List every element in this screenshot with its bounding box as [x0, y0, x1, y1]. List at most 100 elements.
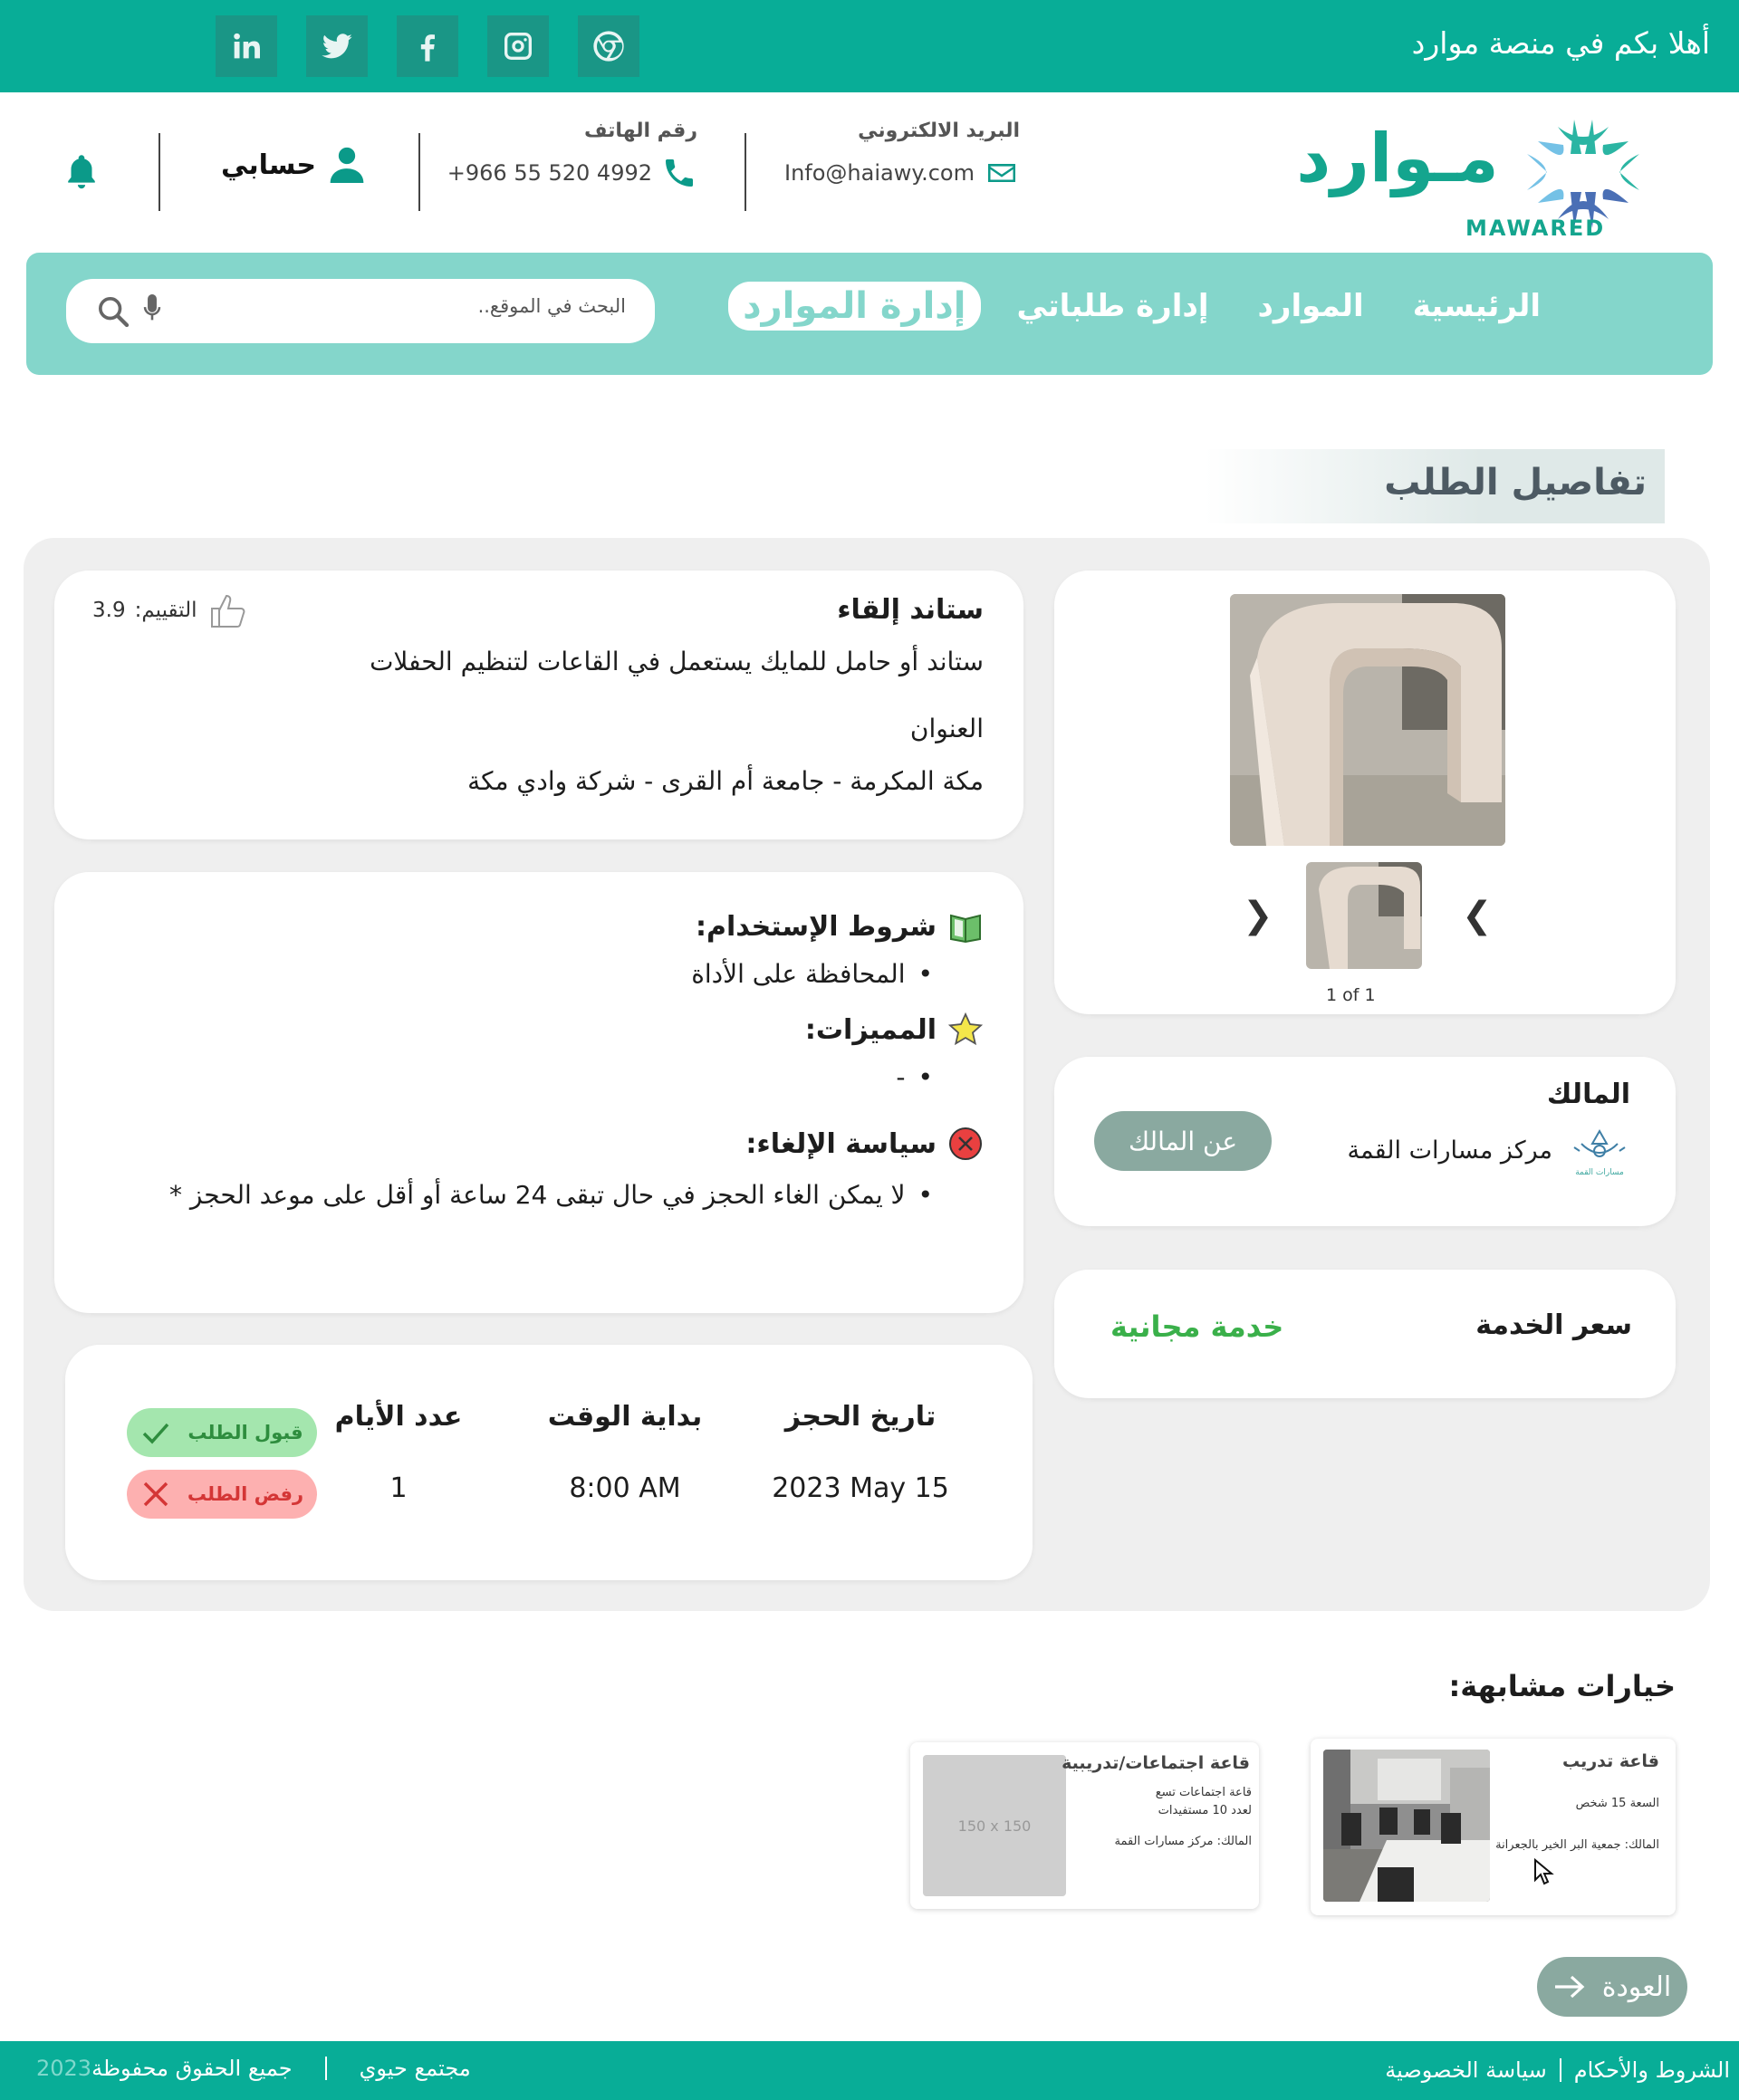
- placeholder-size-text: 150 x 150: [957, 1817, 1032, 1835]
- nav-item-home[interactable]: الرئيسية: [1400, 283, 1553, 330]
- accept-request-button[interactable]: قبول الطلب: [127, 1408, 317, 1457]
- divider: [418, 133, 420, 211]
- close-icon: [143, 1482, 168, 1507]
- back-label: العودة: [1601, 1971, 1672, 2003]
- booking-days-label: عدد الأيام: [334, 1401, 463, 1433]
- divider: [159, 133, 160, 211]
- microphone-icon[interactable]: [137, 292, 168, 328]
- usage-term-item: المحافظة على الأداة: [691, 959, 933, 989]
- search-box: [66, 279, 655, 343]
- email-label: البريد الالكتروني: [858, 120, 1020, 142]
- rating-label: التقييم:: [134, 599, 197, 622]
- twitter-icon[interactable]: [306, 15, 368, 77]
- arrow-right-icon: [1554, 1975, 1585, 1999]
- divider: [745, 133, 746, 211]
- nav-item-resources[interactable]: الموارد: [1244, 283, 1376, 330]
- similar-card-desc: قاعة اجتماعات تسع: [1155, 1786, 1252, 1799]
- brand-name-en: MAWARED: [1465, 216, 1605, 241]
- similar-card-desc: لعدد 10 مستفيدات: [1158, 1804, 1252, 1817]
- price-value: خدمة مجانية: [1110, 1309, 1284, 1344]
- reject-request-button[interactable]: رفض الطلب: [127, 1470, 317, 1519]
- brand-name-ar: مـوارد: [1296, 120, 1498, 198]
- similar-option-card[interactable]: 150 x 150 قاعة اجتماعات/تدريبية قاعة اجت…: [910, 1742, 1259, 1909]
- copyright: جميع الحقوق محفوظة2023: [36, 2056, 293, 2081]
- linkedin-icon[interactable]: [216, 15, 277, 77]
- owner-title: المالك: [1546, 1079, 1630, 1110]
- footer-links: الشروط والأحكام سياسة الخصوصية: [1385, 2057, 1730, 2083]
- booking-days: عدد الأيام 1: [308, 1401, 489, 1504]
- accept-label: قبول الطلب: [187, 1422, 303, 1443]
- phone-block: رقم الهاتف +966 55 520 4992: [447, 120, 697, 191]
- email-value: Info@haiawy.com: [783, 160, 975, 186]
- phone-label: رقم الهاتف: [583, 120, 697, 142]
- features-title: المميزات:: [804, 1013, 937, 1046]
- page-title: تفاصيل الطلب: [1384, 462, 1647, 503]
- owner-card: المالك مسارات القمة مركز مسارات القمة عن…: [1054, 1057, 1676, 1226]
- placeholder-image: 150 x 150: [923, 1755, 1066, 1896]
- owner-logo: مسارات القمة: [1571, 1124, 1629, 1180]
- usage-terms-heading: شروط الإستخدام:: [696, 908, 984, 945]
- phone-link[interactable]: +966 55 520 4992: [447, 155, 697, 191]
- back-button[interactable]: العودة: [1537, 1957, 1687, 2017]
- features-heading: المميزات:: [805, 1012, 984, 1048]
- top-bar: أهلا بكم في منصة موارد: [0, 0, 1739, 92]
- similar-card-owner: المالك: مركز مسارات القمة: [1114, 1835, 1252, 1848]
- terms-card: شروط الإستخدام: المحافظة على الأداة المم…: [54, 872, 1023, 1313]
- image-gallery-card: ❮ ❯ 1 of 1: [1054, 571, 1676, 1014]
- reject-label: رفض الطلب: [187, 1483, 304, 1505]
- page-title-banner: تفاصيل الطلب: [1205, 449, 1665, 523]
- price-card: سعر الخدمة خدمة مجانية: [1054, 1270, 1676, 1398]
- nav-item-my-requests[interactable]: إدارة طلباتي: [1004, 283, 1222, 330]
- cancel-policy-heading: سياسة الإلغاء:: [745, 1126, 984, 1162]
- footer-terms-link[interactable]: الشروط والأحكام: [1574, 2057, 1730, 2083]
- gallery-prev-arrow-icon[interactable]: ❮: [1243, 895, 1273, 936]
- email-link[interactable]: Info@haiawy.com: [784, 155, 1020, 191]
- rating-value: 3.9: [92, 599, 126, 622]
- footer-community-link[interactable]: مجتمع حيوي: [360, 2056, 471, 2081]
- rating: التقييم: 3.9: [92, 590, 250, 630]
- phone-icon: [666, 159, 693, 187]
- welcome-text: أهلا بكم في منصة موارد: [1411, 25, 1710, 61]
- gallery-counter: 1 of 1: [1326, 985, 1376, 1005]
- chrome-icon[interactable]: [578, 15, 639, 77]
- booking-summary-card: تاريخ الحجز 2023 May 15 بداية الوقت 8:00…: [65, 1345, 1033, 1580]
- header: مـوارد MAWARED البريد الالكتروني Info@ha…: [0, 92, 1739, 252]
- cancel-policy-item: لا يمكن الغاء الحجز في حال تبقى 24 ساعة …: [169, 1180, 933, 1210]
- booking-date-label: تاريخ الحجز: [784, 1401, 937, 1433]
- address-label: العنوان: [909, 714, 984, 743]
- mouse-cursor-icon: [1534, 1858, 1554, 1885]
- search-input[interactable]: [209, 295, 626, 317]
- facebook-icon[interactable]: [397, 15, 458, 77]
- resource-main-image[interactable]: [1230, 594, 1505, 846]
- phone-value: +966 55 520 4992: [447, 160, 652, 186]
- similar-options-title: خيارات مشابهة:: [1448, 1669, 1676, 1703]
- similar-card-title: قاعة اجتماعات/تدريبية: [1062, 1753, 1250, 1773]
- footer-meta: مجتمع حيوي جميع الحقوق محفوظة2023: [36, 2056, 471, 2081]
- mawared-logo[interactable]: مـوارد MAWARED: [1266, 107, 1665, 243]
- account-link[interactable]: حسابي: [221, 145, 365, 185]
- account-label: حسابي: [221, 149, 317, 181]
- nav-item-manage-resources[interactable]: إدارة الموارد: [728, 282, 981, 331]
- thumbs-up-icon: [210, 594, 245, 628]
- search-icon[interactable]: [95, 293, 131, 330]
- booking-days-value: 1: [389, 1472, 408, 1504]
- divider: [324, 2057, 327, 2080]
- footer-privacy-link[interactable]: سياسة الخصوصية: [1385, 2057, 1546, 2083]
- social-links: [216, 15, 639, 77]
- divider: [1559, 2058, 1561, 2082]
- email-block: البريد الالكتروني Info@haiawy.com: [784, 120, 1020, 191]
- usage-terms-title: شروط الإستخدام:: [695, 910, 937, 943]
- similar-card-title: قاعة تدريب: [1562, 1751, 1659, 1771]
- instagram-icon[interactable]: [487, 15, 549, 77]
- notification-bell-icon[interactable]: [63, 152, 100, 194]
- booking-time-label: بداية الوقت: [547, 1401, 703, 1433]
- envelope-icon: [988, 164, 1015, 182]
- resource-description: ستاند أو حامل للمايك يستعمل في القاعات ل…: [370, 647, 984, 676]
- about-owner-button[interactable]: عن المالك: [1094, 1111, 1272, 1171]
- check-icon: [143, 1423, 169, 1444]
- similar-card-capacity: السعة 15 شخص: [1575, 1797, 1659, 1810]
- resource-thumbnail[interactable]: [1306, 862, 1422, 969]
- gallery-next-arrow-icon[interactable]: ❯: [1462, 895, 1493, 936]
- similar-option-card[interactable]: قاعة تدريب السعة 15 شخص المالك: جمعية ال…: [1311, 1739, 1676, 1915]
- main-nav: الرئيسية الموارد إدارة طلباتي إدارة المو…: [26, 253, 1713, 375]
